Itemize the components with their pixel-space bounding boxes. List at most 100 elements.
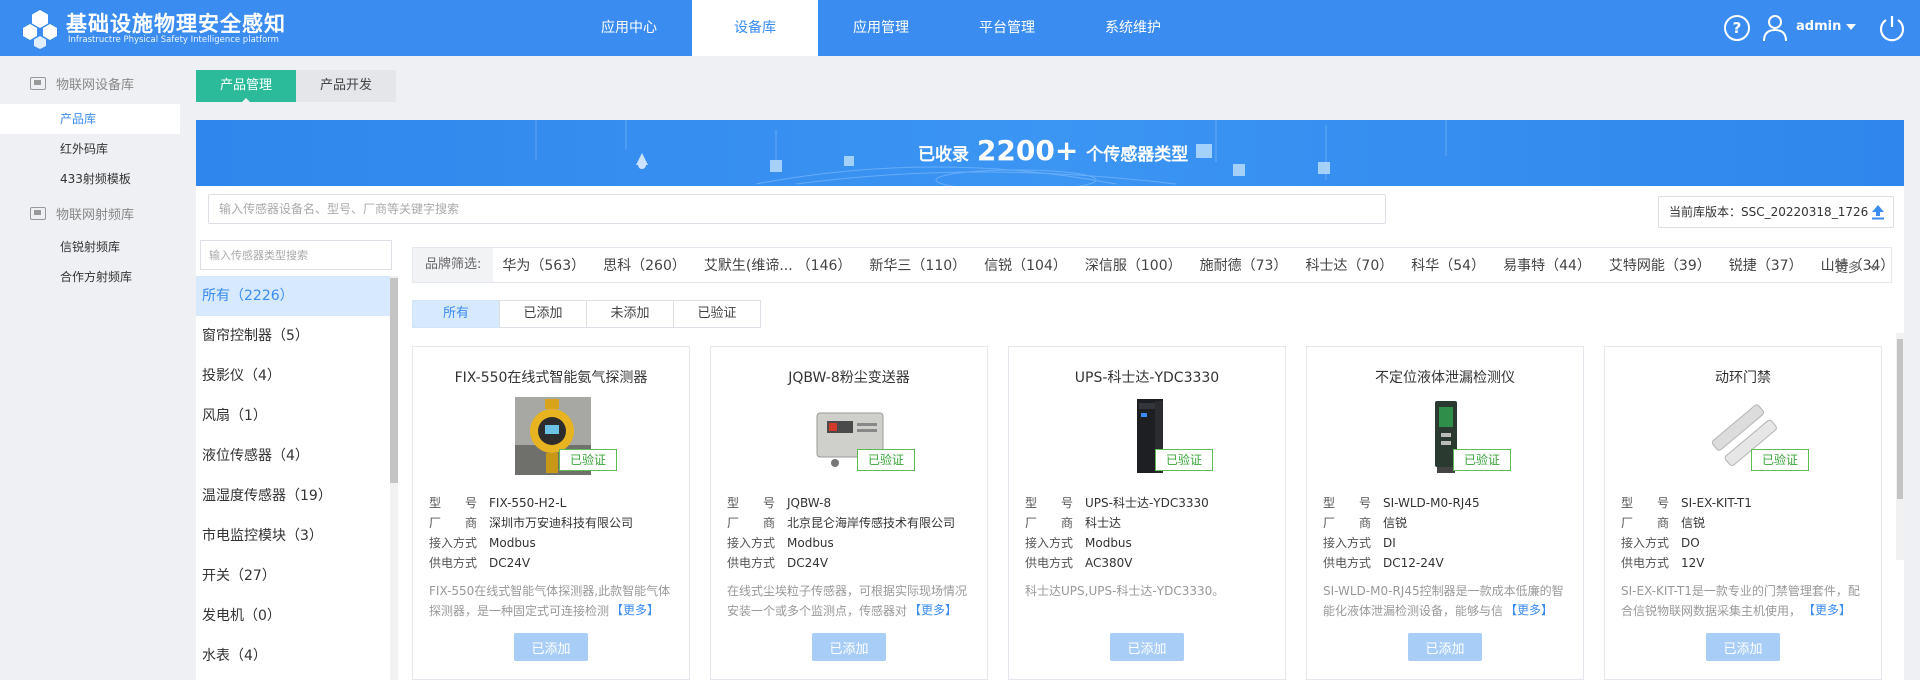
category-item[interactable]: 风扇（1） — [196, 396, 396, 436]
spec-power: 12V — [1681, 556, 1705, 570]
brand-option[interactable]: 信锐（104） — [975, 255, 1076, 275]
more-link[interactable]: 【更多】 — [1503, 601, 1554, 618]
brand-option[interactable]: 深信服（100） — [1076, 255, 1191, 275]
brand-option[interactable]: 施耐德（73） — [1191, 255, 1297, 275]
app-title: 基础设施物理安全感知 — [66, 12, 286, 36]
category-item[interactable]: 市电监控模块（3） — [196, 516, 396, 556]
product-specs: 型 号 JQBW-8 厂 商北京昆仑海岸传感技术有限公司 接入方式 Modbus 供… — [727, 493, 955, 573]
help-icon[interactable]: ? — [1724, 15, 1750, 41]
tab-product-development[interactable]: 产品开发 — [296, 70, 397, 102]
brand-more-button[interactable]: 更多 — [1835, 257, 1879, 276]
more-link[interactable]: 【更多】 — [609, 601, 660, 618]
category-item[interactable]: 窗帘控制器（5） — [196, 316, 396, 356]
category-scrollbar[interactable] — [390, 276, 398, 680]
username[interactable]: admin — [1796, 19, 1841, 34]
brand-option[interactable]: 思科（260） — [594, 255, 695, 275]
brand-option-count[interactable]: （146） — [793, 255, 861, 275]
brand-option[interactable]: 艾默生(维谛... — [695, 255, 793, 275]
sidebar-item-partner-rf-library[interactable]: 合作方射频库 — [0, 262, 180, 292]
verified-badge: 已验证 — [857, 449, 915, 471]
brand-option[interactable]: 新华三（110） — [860, 255, 975, 275]
category-item[interactable]: 开关（27） — [196, 556, 396, 596]
banner-prefix: 已收录 — [918, 145, 969, 165]
product-card[interactable]: FIX-550在线式智能氨气探测器 已验证 型 号 FIX-550-H2-L 厂 … — [412, 346, 690, 680]
spec-label: 厂 商 — [429, 516, 478, 530]
spec-label: 接入方式 — [1323, 536, 1372, 550]
product-card[interactable]: 不定位液体泄漏检测仪 已验证 型 号 SI-WLD-M0-RJ45 厂 商信锐 接… — [1306, 346, 1584, 680]
added-button[interactable]: 已添加 — [812, 633, 886, 661]
brand-option[interactable]: 艾特网能（39） — [1600, 255, 1720, 275]
device-search-input[interactable] — [208, 194, 1386, 224]
spec-label: 供电方式 — [727, 556, 776, 570]
nav-app-center[interactable]: 应用中心 — [566, 0, 692, 56]
category-item[interactable]: 所有（2226） — [196, 276, 396, 316]
chevron-down-icon[interactable] — [1846, 24, 1856, 30]
content-scrollbar[interactable] — [1896, 333, 1904, 560]
category-item[interactable]: 投影仪（4） — [196, 356, 396, 396]
sidebar-item-product-library[interactable]: 产品库 — [0, 104, 180, 134]
brand-option[interactable]: 易事特（44） — [1494, 255, 1600, 275]
added-button[interactable]: 已添加 — [1408, 633, 1482, 661]
brand-filter: 品牌筛选: 华为（563） 思科（260） 艾默生(维谛... （146） 新华… — [412, 247, 1894, 283]
sidebar-group-iot-device[interactable]: 物联网设备库 — [30, 74, 134, 93]
nav-platform-management[interactable]: 平台管理 — [944, 0, 1070, 56]
status-tab-not-added[interactable]: 未添加 — [586, 300, 674, 328]
added-button[interactable]: 已添加 — [1110, 633, 1184, 661]
sidebar-group-label: 物联网射频库 — [56, 208, 135, 223]
sidebar-item-433-rf-template[interactable]: 433射频模板 — [0, 164, 180, 194]
spec-power: DC12-24V — [1383, 556, 1444, 570]
top-nav: 应用中心 设备库 应用管理 平台管理 系统维护 — [566, 0, 1196, 56]
upload-icon[interactable] — [1871, 204, 1885, 220]
more-link[interactable]: 【更多】 — [907, 601, 958, 618]
scrollbar-thumb[interactable] — [1897, 339, 1903, 499]
spec-label: 厂 商 — [1025, 516, 1074, 530]
hexagon-logo-icon — [23, 10, 57, 49]
spec-access: Modbus — [1085, 536, 1132, 550]
brand-option[interactable]: 华为（563） — [493, 255, 594, 275]
product-card[interactable]: 动环门禁 已验证 型 号 SI-EX-KIT-T1 厂 商信锐 接入方式 DO 供电… — [1604, 346, 1882, 680]
added-button[interactable]: 已添加 — [514, 633, 588, 661]
added-button[interactable]: 已添加 — [1706, 633, 1780, 661]
sidebar-group-iot-rf[interactable]: 物联网射频库 — [30, 204, 134, 223]
power-icon[interactable] — [1878, 14, 1906, 42]
nav-device-library[interactable]: 设备库 — [692, 0, 818, 56]
tab-product-management[interactable]: 产品管理 — [196, 70, 297, 103]
sidebar-item-sundray-rf-library[interactable]: 信锐射频库 — [0, 232, 180, 262]
status-tab-all[interactable]: 所有 — [412, 300, 500, 328]
spec-model: FIX-550-H2-L — [489, 496, 567, 510]
banner: 已收录 2200+ 个传感器类型 — [196, 120, 1904, 186]
spec-label: 型 号 — [429, 496, 478, 510]
device-library-icon — [30, 77, 46, 90]
category-item[interactable]: 发电机（0） — [196, 596, 396, 636]
brand-option[interactable]: 科士达（70） — [1296, 255, 1402, 275]
status-tab-verified[interactable]: 已验证 — [673, 300, 761, 328]
spec-label: 接入方式 — [727, 536, 776, 550]
category-item[interactable]: 温湿度传感器（19） — [196, 476, 396, 516]
nav-app-management[interactable]: 应用管理 — [818, 0, 944, 56]
product-specs: 型 号 SI-WLD-M0-RJ45 厂 商信锐 接入方式 DI 供电方式 DC12-… — [1323, 493, 1480, 573]
verified-badge: 已验证 — [559, 449, 617, 471]
sidebar-item-ir-code-library[interactable]: 红外码库 — [0, 134, 180, 164]
category-item[interactable]: 液位传感器（4） — [196, 436, 396, 476]
spec-label: 厂 商 — [727, 516, 776, 530]
nav-system-maintenance[interactable]: 系统维护 — [1070, 0, 1196, 56]
spec-vendor: 北京昆仑海岸传感技术有限公司 — [787, 516, 956, 530]
product-card[interactable]: JQBW-8粉尘变送器 已验证 型 号 JQBW-8 厂 商北京昆仑海岸传感技术有… — [710, 346, 988, 680]
library-version[interactable]: 当前库版本：SSC_20220318_1726 — [1658, 196, 1894, 228]
spec-label: 型 号 — [1025, 496, 1074, 510]
brand-more-label: 更多 — [1834, 261, 1861, 276]
brand-option[interactable]: 锐捷（37） — [1720, 255, 1812, 275]
spec-vendor: 深圳市万安迪科技有限公司 — [489, 516, 634, 530]
main-panel: 已收录 2200+ 个传感器类型 当前库版本：SSC_20220318_1726… — [196, 120, 1904, 680]
user-icon[interactable] — [1762, 14, 1788, 42]
scrollbar-thumb[interactable] — [390, 278, 398, 483]
product-name: 不定位液体泄漏检测仪 — [1375, 370, 1515, 386]
status-tab-added[interactable]: 已添加 — [499, 300, 587, 328]
category-item[interactable]: 水表（4） — [196, 636, 396, 676]
logo[interactable] — [18, 6, 62, 50]
brand-option[interactable]: 科华（54） — [1402, 255, 1494, 275]
more-link[interactable]: 【更多】 — [1801, 601, 1852, 618]
spec-label: 型 号 — [1323, 496, 1372, 510]
category-search-input[interactable] — [200, 240, 392, 270]
product-card[interactable]: UPS-科士达-YDC3330 已验证 型 号 UPS-科士达-YDC3330 厂… — [1008, 346, 1286, 680]
